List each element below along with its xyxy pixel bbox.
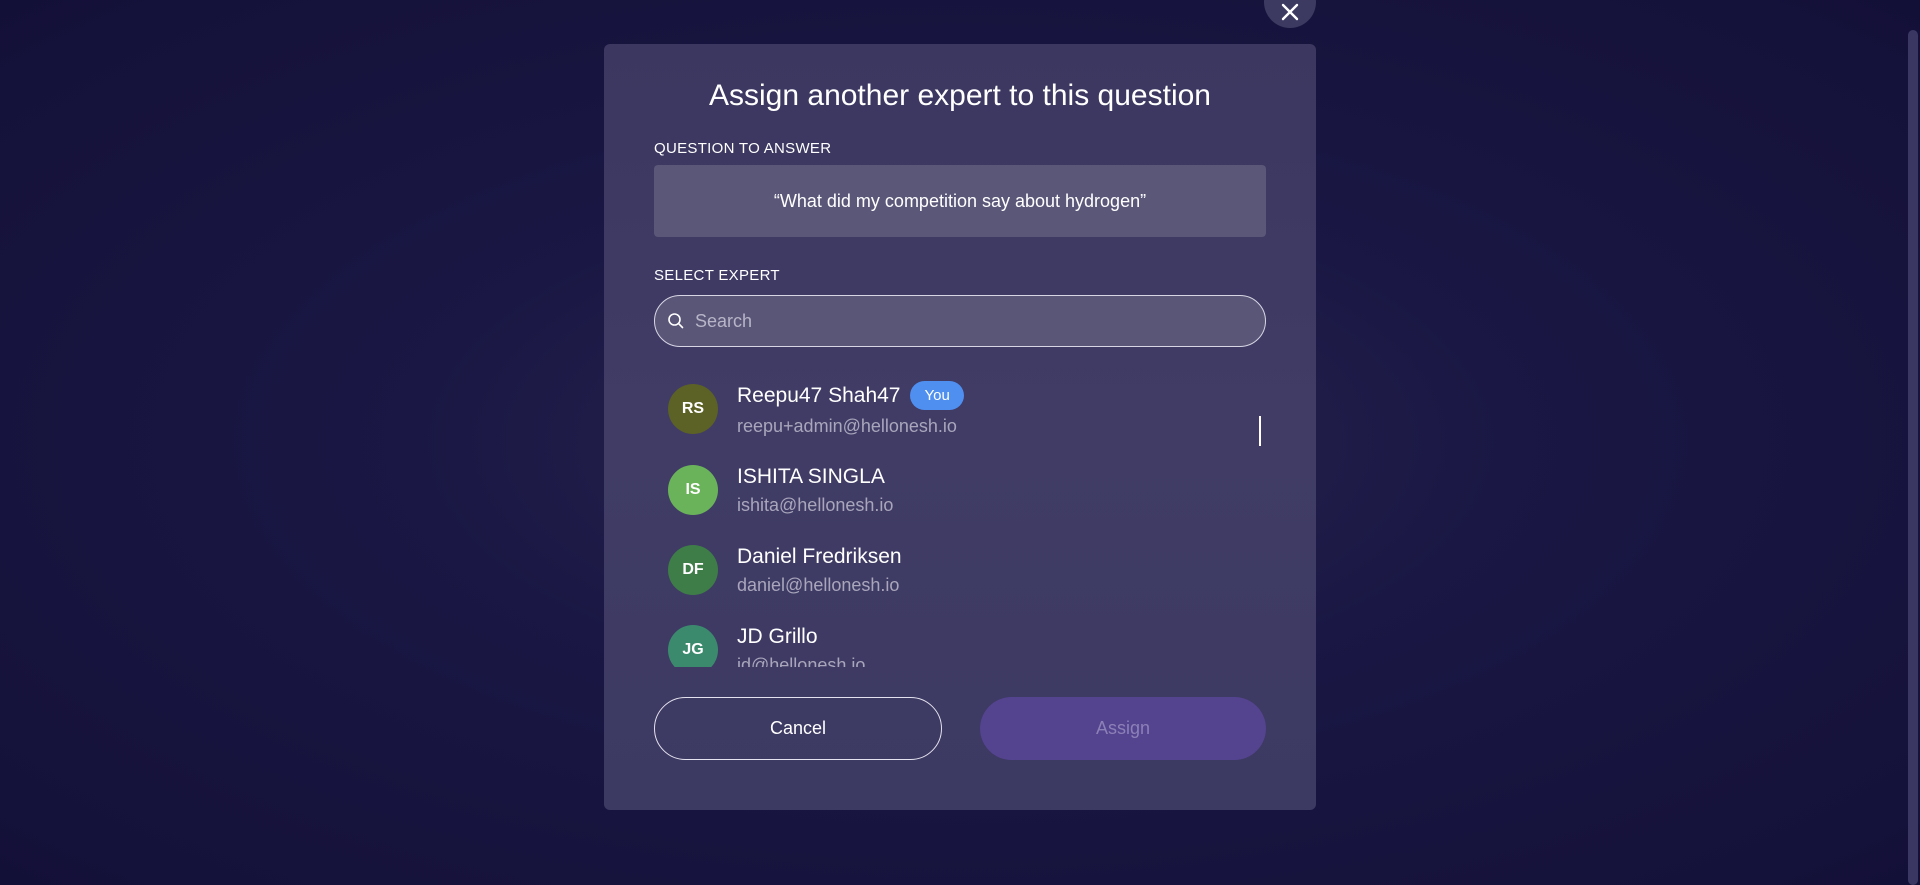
expert-list[interactable]: RS Reepu47 Shah47 You reepu+admin@hellon… [654, 369, 1266, 667]
assign-button-label: Assign [1095, 718, 1151, 738]
avatar: DF [668, 545, 718, 595]
avatar-initials: IS [685, 481, 701, 498]
avatar-initials: RS [681, 400, 705, 417]
select-expert-label: SELECT EXPERT [654, 267, 780, 284]
assign-button[interactable]: Assign [980, 697, 1266, 760]
avatar: RS [668, 384, 718, 434]
expert-item-jd[interactable]: JG JD Grillo jd@hellonesh.io [654, 610, 1266, 667]
expert-name: JD Grillo [737, 624, 818, 648]
avatar-initials: DF [682, 561, 704, 578]
expert-name: Reepu47 Shah47 [737, 383, 901, 407]
expert-email: ishita@hellonesh.io [737, 494, 894, 515]
close-button[interactable] [1264, 0, 1316, 28]
expert-email: reepu+admin@hellonesh.io [737, 416, 957, 436]
search-input[interactable] [695, 296, 1265, 346]
cancel-button[interactable]: Cancel [654, 697, 942, 760]
close-icon [1281, 3, 1299, 21]
expert-item-ishita[interactable]: IS ISHITA SINGLA ishita@hellonesh.io [654, 450, 1266, 530]
search-icon [667, 312, 685, 330]
search-field[interactable] [654, 295, 1266, 347]
expert-name: ISHITA SINGLA [737, 464, 885, 488]
expert-item-daniel[interactable]: DF Daniel Fredriksen daniel@hellonesh.io [654, 530, 1266, 610]
expert-email: jd@hellonesh.io [737, 654, 866, 668]
page-scrollbar[interactable] [1906, 0, 1920, 885]
scrollbar-thumb[interactable] [1908, 30, 1918, 885]
question-box: “What did my competition say about hydro… [654, 165, 1266, 237]
expert-item-reepu[interactable]: RS Reepu47 Shah47 You reepu+admin@hellon… [654, 369, 1266, 449]
question-text: “What did my competition say about hydro… [773, 190, 1147, 211]
you-badge: You [910, 381, 964, 410]
question-label: QUESTION TO ANSWER [654, 140, 832, 157]
expert-name: Daniel Fredriksen [737, 544, 902, 568]
modal-title: Assign another expert to this question [709, 79, 1211, 112]
cancel-button-label: Cancel [769, 718, 827, 738]
assign-expert-modal: Assign another expert to this question Q… [604, 44, 1316, 810]
expert-email: daniel@hellonesh.io [737, 574, 900, 595]
list-scroll-indicator [1259, 416, 1261, 446]
avatar: IS [668, 465, 718, 515]
avatar: JG [668, 625, 718, 667]
avatar-initials: JG [682, 641, 704, 658]
